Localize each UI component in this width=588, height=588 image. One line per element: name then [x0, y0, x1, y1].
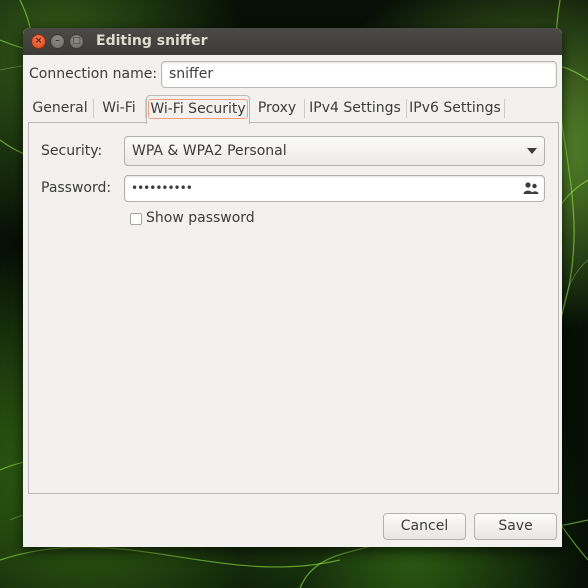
maximize-icon: □ — [72, 36, 81, 46]
security-dropdown[interactable]: WPA & WPA2 Personal — [124, 136, 545, 166]
show-password-checkbox[interactable] — [130, 213, 142, 225]
tab-separator — [504, 99, 505, 118]
window-title: Editing sniffer — [96, 33, 208, 49]
save-button[interactable]: Save — [474, 513, 557, 540]
close-button[interactable]: × — [31, 34, 46, 49]
minimize-button[interactable]: – — [50, 34, 65, 49]
tab-ipv4-settings[interactable]: IPv4 Settings — [305, 95, 405, 122]
maximize-button[interactable]: □ — [69, 34, 84, 49]
connection-name-input[interactable]: sniffer — [161, 61, 557, 88]
password-label: Password: — [41, 180, 112, 196]
tab-general[interactable]: General — [28, 95, 92, 122]
connection-name-label: Connection name: — [29, 66, 158, 82]
connection-editor-dialog: × – □ Editing sniffer Connection name: s… — [23, 28, 562, 547]
title-bar: × – □ Editing sniffer — [23, 28, 562, 55]
dropdown-arrow-icon — [527, 148, 537, 154]
tab-wifi-security[interactable]: Wi-Fi Security — [146, 95, 250, 124]
cancel-button[interactable]: Cancel — [383, 513, 466, 540]
password-input[interactable]: •••••••••• — [124, 175, 545, 202]
close-icon: × — [34, 36, 43, 46]
show-password-label[interactable]: Show password — [146, 210, 255, 226]
tab-wifi-security-label: Wi-Fi Security — [148, 99, 248, 119]
tab-proxy[interactable]: Proxy — [252, 95, 302, 122]
tab-bar: General Wi-Fi Wi-Fi Security Proxy IPv4 … — [28, 95, 558, 124]
security-selected-value: WPA & WPA2 Personal — [132, 143, 287, 159]
password-value: •••••••••• — [131, 181, 193, 195]
minimize-icon: – — [55, 36, 60, 46]
tab-ipv6-settings[interactable]: IPv6 Settings — [407, 95, 503, 122]
security-label: Security: — [41, 143, 103, 159]
users-icon[interactable] — [523, 181, 539, 195]
tab-wifi[interactable]: Wi-Fi — [94, 95, 144, 122]
